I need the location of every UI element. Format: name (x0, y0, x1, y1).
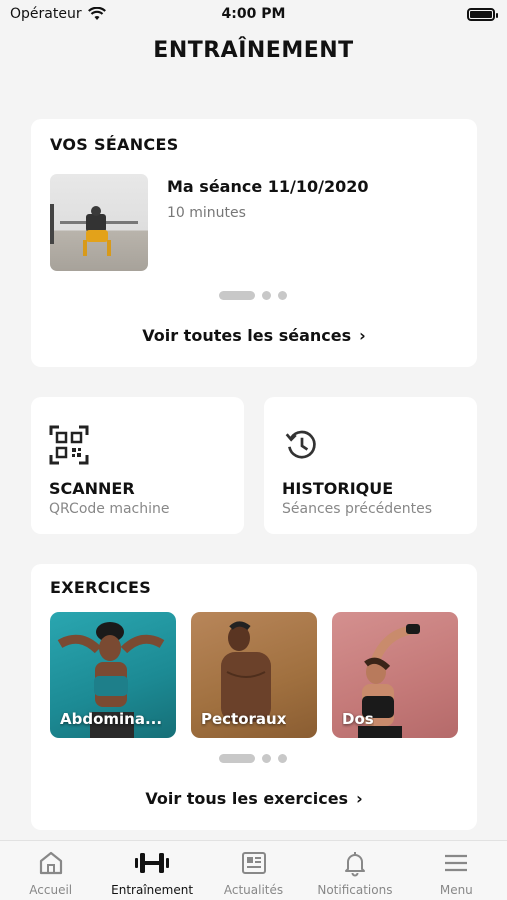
tab-label: Menu (439, 883, 473, 897)
seance-duration: 10 minutes (167, 205, 246, 221)
view-all-seances-label: Voir toutes les séances (142, 326, 352, 345)
history-icon (285, 430, 316, 459)
seance-title[interactable]: Ma séance 11/10/2020 (167, 177, 369, 196)
pager-dot (262, 291, 271, 300)
home-icon (39, 851, 62, 875)
view-all-exercices-link[interactable]: Voir tous les exercices › (31, 789, 477, 808)
exercise-card-abdominaux[interactable]: Abdomina... (50, 612, 176, 738)
pager-dot (262, 754, 271, 763)
seances-pager (219, 291, 287, 300)
bell-icon (344, 852, 365, 877)
chevron-right-icon: › (356, 789, 363, 808)
historique-title: HISTORIQUE (282, 479, 394, 498)
pager-dot-active (219, 754, 255, 763)
historique-tile[interactable]: HISTORIQUE Séances précédentes (264, 397, 477, 534)
seances-card: VOS SÉANCES Ma séance 11/10/2020 10 minu… (31, 119, 477, 367)
seances-heading: VOS SÉANCES (50, 135, 179, 154)
pager-dot (278, 291, 287, 300)
tab-label: Accueil (29, 883, 73, 897)
tab-menu[interactable]: Menu (406, 841, 507, 900)
page-title: ENTRAÎNEMENT (153, 38, 354, 63)
tab-label: Entraînement (111, 883, 194, 897)
exercise-label: Dos (342, 710, 374, 728)
exercise-label: Abdomina... (60, 710, 163, 728)
tab-actualites[interactable]: Actualités (203, 841, 304, 900)
view-all-seances-link[interactable]: Voir toutes les séances › (31, 326, 477, 345)
chevron-right-icon: › (359, 326, 366, 345)
battery-icon (467, 7, 498, 21)
exercise-card-pectoraux[interactable]: Pectoraux (191, 612, 317, 738)
scanner-subtitle: QRCode machine (49, 501, 170, 517)
scanner-title: SCANNER (49, 479, 135, 498)
view-all-exercices-label: Voir tous les exercices (145, 789, 349, 808)
clock: 4:00 PM (221, 6, 286, 22)
qr-code-icon (49, 425, 89, 465)
exercices-pager (219, 754, 287, 763)
exercise-label: Pectoraux (201, 710, 287, 728)
exercices-card: EXERCICES Abdomina... Pectoraux Dos Voir… (31, 564, 477, 830)
exercices-heading: EXERCICES (50, 578, 152, 597)
tab-bar: Accueil Entraînement Actualités Notifica… (0, 840, 507, 900)
status-bar: Opérateur 4:00 PM (0, 0, 507, 28)
tab-entrainement[interactable]: Entraînement (101, 841, 202, 900)
dumbbell-icon (135, 853, 170, 873)
pager-dot (278, 754, 287, 763)
exercise-card-dos[interactable]: Dos (332, 612, 458, 738)
tab-label: Actualités (223, 883, 284, 897)
tab-notifications[interactable]: Notifications (304, 841, 405, 900)
news-icon (241, 852, 266, 874)
historique-subtitle: Séances précédentes (282, 501, 433, 517)
pager-dot-active (219, 291, 255, 300)
seance-thumbnail[interactable] (50, 174, 148, 271)
scanner-tile[interactable]: SCANNER QRCode machine (31, 397, 244, 534)
tab-accueil[interactable]: Accueil (0, 841, 101, 900)
menu-icon (445, 854, 468, 872)
tab-label: Notifications (317, 883, 393, 897)
